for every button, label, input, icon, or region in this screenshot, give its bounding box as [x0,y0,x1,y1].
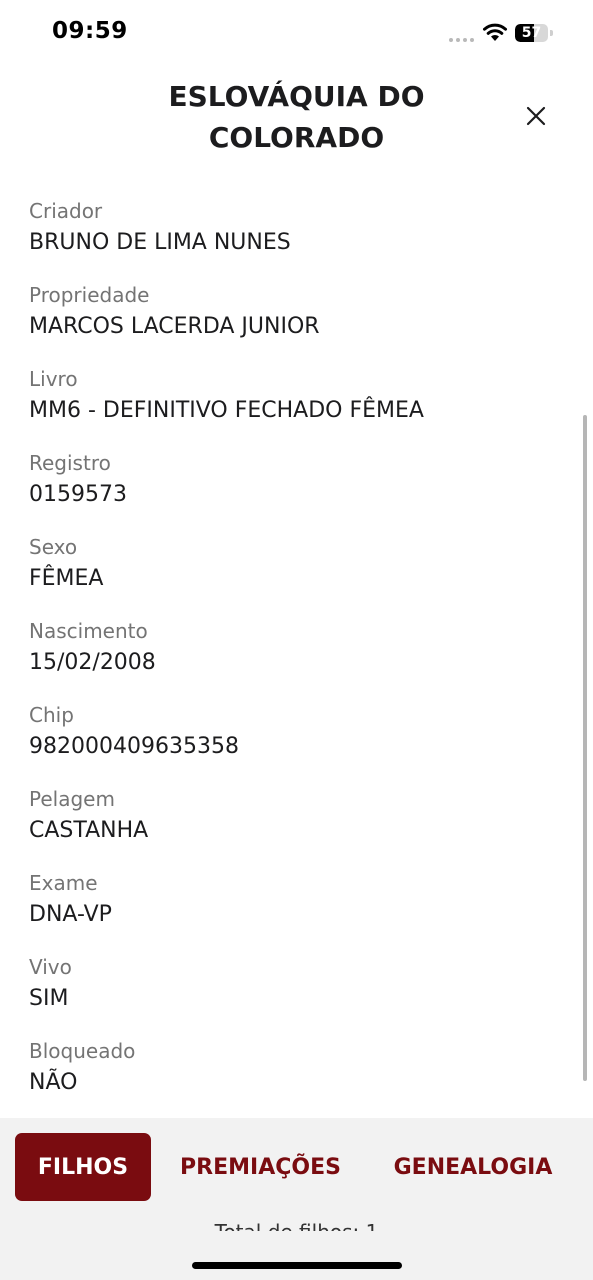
detail-value: CASTANHA [29,818,149,843]
battery-icon: 57 [515,24,555,42]
detail-item: Bloqueado NÃO [29,1036,559,1120]
detail-list: Criador BRUNO DE LIMA NUNES Propriedade MAR… [29,196,559,1120]
detail-item: Vivo SIM [29,952,559,1036]
detail-value: BRUNO DE LIMA NUNES [29,230,291,255]
detail-value: SIM [29,986,69,1011]
scrollbar[interactable] [583,415,587,1081]
detail-value: MM6 - DEFINITIVO FECHADO FÊMEA [29,398,424,423]
detail-label: Criador [29,199,103,223]
detail-item: Pelagem CASTANHA [29,784,559,868]
detail-label: Registro [29,451,111,475]
detail-item: Livro MM6 - DEFINITIVO FECHADO FÊMEA [29,364,559,448]
detail-label: Chip [29,703,74,727]
battery-level: 57 [521,25,542,41]
detail-label: Sexo [29,535,78,559]
detail-label: Livro [29,367,78,391]
detail-label: Exame [29,871,98,895]
home-indicator [192,1262,402,1269]
signal-dots-icon [449,38,474,42]
tab-genealogia[interactable]: GENEALOGIA [380,1133,566,1201]
detail-item: Exame DNA-VP [29,868,559,952]
status-time: 09:59 [52,18,128,44]
detail-label: Pelagem [29,787,115,811]
detail-label: Vivo [29,955,72,979]
detail-item: Sexo FÊMEA [29,532,559,616]
tab-filhos[interactable]: FILHOS [15,1133,151,1201]
detail-value: NÃO [29,1070,78,1095]
detail-label: Bloqueado [29,1039,136,1063]
close-icon [526,106,546,126]
detail-item: Registro 0159573 [29,448,559,532]
close-button[interactable] [516,96,556,136]
detail-value: FÊMEA [29,566,104,591]
detail-value: MARCOS LACERDA JUNIOR [29,314,320,339]
tab-premiacoes[interactable]: PREMIAÇÕES [168,1133,353,1201]
detail-item: Propriedade MARCOS LACERDA JUNIOR [29,280,559,364]
detail-label: Propriedade [29,283,150,307]
total-filhos-text: Total de filhos: 1 [215,1218,379,1231]
total-filhos-text-clip: Total de filhos: 1 [0,1218,593,1231]
page-title: ESLOVÁQUIA DO COLORADO [168,80,425,154]
bottom-tab-area: FILHOS PREMIAÇÕES GENEALOGIA Total de fi… [0,1118,593,1280]
detail-value: 982000409635358 [29,734,239,759]
status-bar: 09:59 57 [0,0,593,66]
detail-value: DNA-VP [29,902,112,927]
wifi-icon [483,23,507,41]
detail-value: 0159573 [29,482,127,507]
detail-item: Chip 982000409635358 [29,700,559,784]
detail-value: 15/02/2008 [29,650,156,675]
detail-label: Nascimento [29,619,148,643]
detail-item: Criador BRUNO DE LIMA NUNES [29,196,559,280]
detail-item: Nascimento 15/02/2008 [29,616,559,700]
